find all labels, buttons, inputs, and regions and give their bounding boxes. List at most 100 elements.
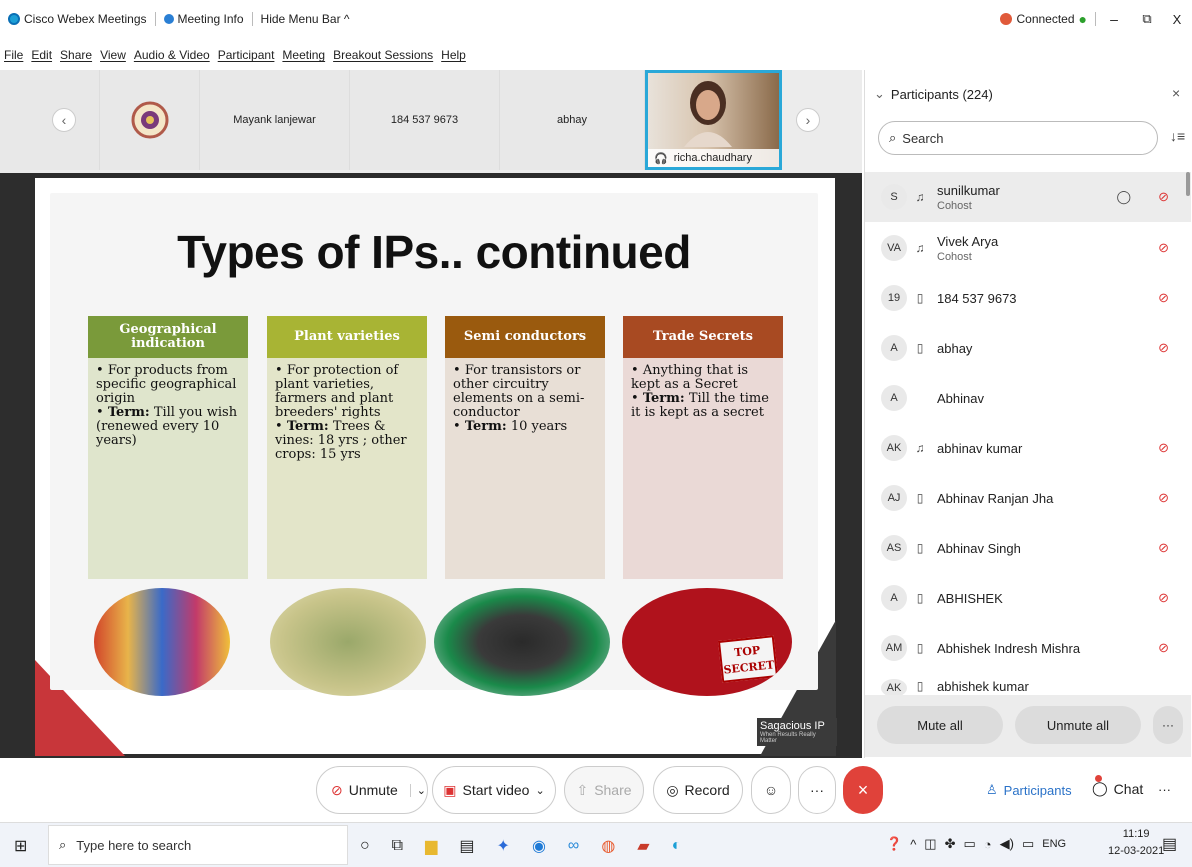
dropbox-icon[interactable]: ✦ — [497, 836, 510, 856]
participants-header[interactable]: ⌄ Participants (224) — [874, 86, 993, 102]
participant-row[interactable]: A ▯ abhay ⊘ — [865, 323, 1191, 373]
chevron-up-icon[interactable]: ^ — [910, 837, 916, 852]
strip-next-button[interactable]: › — [796, 108, 820, 132]
share-button[interactable]: ⇧ Share — [564, 766, 644, 814]
muted-mic-icon[interactable]: ⊘ — [1158, 340, 1169, 356]
chevron-down-icon[interactable]: ⌄ — [409, 783, 426, 797]
menu-breakout-sessions[interactable]: Breakout Sessions — [329, 48, 437, 62]
meeting-info-button[interactable]: Meeting Info — [156, 11, 252, 27]
video-tile[interactable]: Mayank lanjewar — [200, 70, 350, 170]
muted-mic-icon[interactable]: ⊘ — [1158, 440, 1169, 456]
menu-edit[interactable]: Edit — [27, 48, 56, 62]
muted-mic-icon[interactable]: ⊘ — [1158, 540, 1169, 556]
participant-row[interactable]: A ▯ ABHISHEK ⊘ — [865, 573, 1191, 623]
battery-icon[interactable]: ▭ — [964, 836, 976, 852]
menu-help[interactable]: Help — [437, 48, 470, 62]
ip-card-trade-secrets: Trade Secrets Anything that is kept as a… — [623, 316, 783, 579]
edge-icon[interactable]: ◉ — [532, 836, 546, 856]
active-speaker-tile[interactable]: 🎧 richa.chaudhary — [645, 70, 782, 170]
participant-row[interactable]: AM ▯ Abhishek Indresh Mishra ⊘ — [865, 623, 1191, 673]
network-icon[interactable]: ◔ — [984, 837, 992, 852]
task-view-icon[interactable]: ⧉ — [392, 837, 403, 855]
notifications-icon[interactable]: ▤ — [1162, 834, 1177, 854]
video-tile[interactable]: 184 537 9673 — [350, 70, 500, 170]
connection-status[interactable]: Connected ● — [992, 11, 1095, 27]
menu-meeting[interactable]: Meeting — [278, 48, 329, 62]
participant-row[interactable]: AJ ▯ Abhinav Ranjan Jha ⊘ — [865, 473, 1191, 523]
status-icon — [1000, 13, 1013, 25]
ip-card-semiconductor: Semi conductors For transistors or other… — [445, 316, 605, 579]
hide-menu-bar-button[interactable]: Hide Menu Bar ^ — [253, 11, 358, 27]
participants-button[interactable]: ♙ Participants — [986, 782, 1072, 798]
menu-view[interactable]: View — [96, 48, 130, 62]
participant-row[interactable]: S ♫ sunilkumar Cohost ◯ ⊘ — [865, 172, 1191, 222]
close-button[interactable]: X — [1162, 12, 1192, 27]
participant-row[interactable]: VA ♫ Vivek Arya Cohost ⊘ — [865, 223, 1191, 273]
participant-row[interactable]: 19 ▯ 184 537 9673 ⊘ — [865, 273, 1191, 323]
card-point: For protection of plant varieties, farme… — [275, 364, 419, 420]
infinity-app-icon[interactable]: ∞ — [568, 837, 579, 855]
reactions-button[interactable]: ☺ — [751, 766, 791, 814]
tray-app-icon[interactable]: ✤ — [945, 836, 956, 852]
muted-mic-icon[interactable]: ⊘ — [1158, 490, 1169, 506]
powerpoint-icon[interactable]: ▰ — [637, 836, 649, 856]
participant-row[interactable]: AK ▯ abhishek kumar — [865, 673, 1191, 695]
language-indicator[interactable]: ENG — [1042, 838, 1066, 850]
tile-name: abhay — [557, 114, 587, 126]
muted-mic-icon[interactable]: ⊘ — [1158, 290, 1169, 306]
unmute-button[interactable]: ⊘ Unmute ⌄ — [316, 766, 428, 814]
video-tile-logo[interactable] — [100, 70, 200, 170]
store-icon[interactable]: ▤ — [459, 836, 474, 856]
strip-prev-button[interactable]: ‹ — [52, 108, 76, 132]
phone-icon: ▯ — [916, 591, 924, 605]
menu-participant[interactable]: Participant — [214, 48, 279, 62]
end-meeting-button[interactable]: × — [843, 766, 883, 814]
participant-search-field[interactable]: ⌕ Search — [878, 121, 1158, 155]
chat-bubble-icon[interactable]: ◯ — [1116, 189, 1131, 205]
display-icon[interactable]: ▭ — [1022, 836, 1034, 852]
cortana-icon[interactable]: ○ — [360, 837, 370, 855]
tray-app-icon[interactable]: ◫ — [924, 836, 936, 852]
controls-more-button[interactable]: ··· — [1158, 782, 1171, 797]
menu-share[interactable]: Share — [56, 48, 96, 62]
help-icon[interactable]: ❓ — [886, 836, 902, 852]
minimize-button[interactable]: – — [1096, 11, 1132, 27]
webex-logo-icon — [8, 13, 20, 25]
muted-mic-icon[interactable]: ⊘ — [1158, 240, 1169, 256]
mute-all-button[interactable]: Mute all — [877, 706, 1003, 744]
participant-row[interactable]: AK ♫ abhinav kumar ⊘ — [865, 423, 1191, 473]
muted-mic-icon[interactable]: ⊘ — [1158, 640, 1169, 656]
unmute-all-button[interactable]: Unmute all — [1015, 706, 1141, 744]
close-panel-icon[interactable]: × — [1172, 85, 1180, 101]
participant-row[interactable]: A Abhinav — [865, 373, 1191, 423]
restore-button[interactable]: ⧉ — [1132, 11, 1162, 27]
muted-mic-icon[interactable]: ⊘ — [1158, 189, 1169, 205]
record-button[interactable]: ◎ Record — [653, 766, 743, 814]
panel-scrollbar[interactable] — [1186, 172, 1190, 196]
menu-file[interactable]: File — [0, 48, 27, 62]
menu-audio-video[interactable]: Audio & Video — [130, 48, 214, 62]
volume-icon[interactable]: ◀) — [1000, 836, 1014, 852]
muted-mic-icon[interactable]: ⊘ — [1158, 590, 1169, 606]
more-options-button[interactable]: ··· — [798, 766, 836, 814]
taskbar-search-box[interactable]: ⌕ Type here to search — [48, 825, 348, 865]
file-explorer-icon[interactable]: ▆ — [425, 836, 437, 856]
taskbar-clock[interactable]: 11:19 12-03-2021 — [1108, 826, 1164, 860]
webex-taskbar-icon[interactable]: ◐ — [672, 837, 682, 855]
slide-title: Types of IPs.. continued — [177, 226, 691, 278]
chrome-icon[interactable]: ◍ — [601, 836, 615, 856]
card-header: Geographical indication — [88, 316, 248, 358]
chat-button[interactable]: ◯ Chat — [1092, 780, 1143, 797]
panel-more-button[interactable]: ··· — [1153, 706, 1183, 744]
participant-row[interactable]: AS ▯ Abhinav Singh ⊘ — [865, 523, 1191, 573]
avatar: AK — [881, 679, 907, 695]
card-point: Anything that is kept as a Secret — [631, 364, 775, 392]
participant-name: abhishek kumar — [937, 679, 1029, 694]
windows-start-icon[interactable]: ⊞ — [14, 836, 27, 856]
sort-icon[interactable]: ↓≡ — [1170, 128, 1185, 144]
video-tile[interactable]: abhay — [500, 70, 645, 170]
avatar: VA — [881, 235, 907, 261]
card-point: For products from specific geographical … — [96, 364, 240, 406]
phone-icon: ▯ — [916, 491, 924, 505]
start-video-button[interactable]: ▣ Start video ⌄ — [432, 766, 556, 814]
